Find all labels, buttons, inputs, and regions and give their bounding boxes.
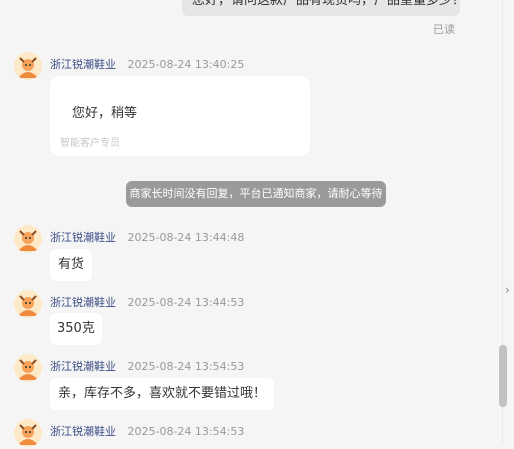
mascot-icon bbox=[14, 354, 42, 382]
message-time: 2025-08-24 13:44:48 bbox=[127, 231, 245, 244]
avatar[interactable] bbox=[14, 354, 42, 382]
chat-window: 您好，请问这款广品有现货吗，广品重量多少？ 已读 浙江锐潮鞋业 2025-08-… bbox=[0, 0, 514, 447]
avatar[interactable] bbox=[14, 52, 42, 80]
message-time: 2025-08-24 13:54:53 bbox=[127, 425, 245, 438]
message-time: 2025-08-24 13:44:53 bbox=[127, 296, 245, 309]
card-subtext: 智能客户专员 bbox=[60, 138, 120, 149]
message-time: 2025-08-24 13:54:53 bbox=[127, 360, 245, 373]
mascot-icon bbox=[14, 419, 42, 447]
shop-name[interactable]: 浙江锐潮鞋业 bbox=[50, 231, 116, 244]
outgoing-message-partial: 您好，请问这款广品有现货吗，广品重量多少？ bbox=[182, 0, 460, 16]
avatar[interactable] bbox=[14, 419, 42, 447]
mascot-icon bbox=[14, 290, 42, 318]
message-bubble: 有货 bbox=[50, 249, 93, 281]
mascot-icon bbox=[14, 225, 42, 253]
shop-name[interactable]: 浙江锐潮鞋业 bbox=[50, 58, 116, 71]
read-status: 已读 bbox=[433, 23, 455, 36]
message-time: 2025-08-24 13:40:25 bbox=[127, 58, 245, 71]
system-notice: 商家长时间没有回复，平台已通知商家，请耐心等待 bbox=[126, 181, 386, 207]
shop-name[interactable]: 浙江锐潮鞋业 bbox=[50, 425, 116, 438]
chevron-right-icon[interactable]: › bbox=[505, 283, 510, 297]
avatar[interactable] bbox=[14, 290, 42, 318]
shop-name[interactable]: 浙江锐潮鞋业 bbox=[50, 296, 116, 309]
message-bubble: 亲，库存不多，喜欢就不要错过哦！ bbox=[50, 378, 275, 410]
shop-name[interactable]: 浙江锐潮鞋业 bbox=[50, 360, 116, 373]
message-bubble: 350克 bbox=[50, 313, 102, 345]
scrollbar-thumb[interactable] bbox=[499, 345, 507, 407]
mascot-icon bbox=[14, 52, 42, 80]
card-text: 您好，稍等 bbox=[72, 106, 138, 121]
avatar[interactable] bbox=[14, 225, 42, 253]
auto-reply-card: 您好，稍等 智能客户专员 bbox=[50, 76, 310, 156]
